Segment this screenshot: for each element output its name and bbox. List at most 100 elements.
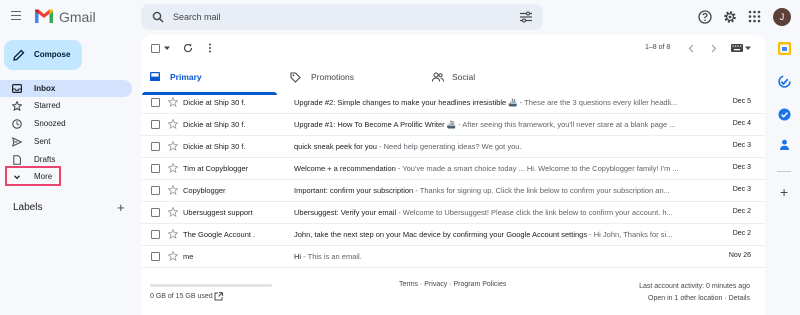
star-icon[interactable] <box>168 185 178 195</box>
star-icon[interactable] <box>168 207 178 217</box>
email-sender: The Google Account . <box>183 230 256 239</box>
table-row[interactable]: Copyblogger Important: confirm your subsc… <box>141 180 765 202</box>
email-subject: Upgrade #2: Simple changes to make your … <box>294 98 518 107</box>
refresh-icon[interactable] <box>183 43 193 53</box>
email-subject: John, take the next step on your Mac dev… <box>294 230 588 239</box>
search-input[interactable]: Search mail <box>173 12 221 22</box>
keyboard-input-icon[interactable] <box>731 44 743 52</box>
tab-social[interactable]: Social <box>429 62 569 95</box>
tab-label: Social <box>452 72 476 82</box>
main-menu-icon[interactable] <box>11 11 21 21</box>
table-row[interactable]: Tim at Copyblogger Welcome + a recommenda… <box>141 158 765 180</box>
tasks-icon[interactable] <box>778 108 791 121</box>
row-checkbox[interactable] <box>151 208 160 217</box>
email-date: Dec 5 <box>732 98 751 105</box>
email-snippet: - After seeing this framework, you'll ne… <box>456 120 676 129</box>
email-subject: Welcome + a recommendation <box>294 164 396 173</box>
table-row[interactable]: me Hi - This is an email. Nov 26 <box>141 246 765 268</box>
email-snippet: - This is an email. <box>301 252 362 261</box>
pagination-range: 1–8 of 8 <box>645 44 671 51</box>
search-icon[interactable] <box>152 11 164 23</box>
account-activity: Last account activity: 0 minutes ago Ope… <box>639 281 750 305</box>
row-checkbox[interactable] <box>151 186 160 195</box>
email-date: Dec 3 <box>732 186 751 193</box>
star-icon[interactable] <box>168 141 178 151</box>
top-bar: Gmail Search mail J <box>0 0 800 34</box>
email-sender: Dickie at Ship 30 f. <box>183 120 246 129</box>
input-tools-dropdown-icon[interactable] <box>745 46 751 51</box>
email-date: Dec 3 <box>732 164 751 171</box>
tag-icon <box>290 72 301 83</box>
other-location-text[interactable]: Open in 1 other location · Details <box>639 293 750 305</box>
star-icon[interactable] <box>168 163 178 173</box>
email-preview: quick sneak peek for you - Need help gen… <box>294 142 698 151</box>
sidebar-item-inbox[interactable]: Inbox <box>0 80 132 97</box>
app-name: Gmail <box>59 9 96 25</box>
tab-label: Primary <box>170 72 202 82</box>
contacts-icon[interactable] <box>778 138 791 151</box>
row-checkbox[interactable] <box>151 252 160 261</box>
compose-button[interactable]: Compose <box>4 40 82 70</box>
apps-grid-icon[interactable] <box>748 10 761 23</box>
email-subject: Important: confirm your subscription <box>294 186 414 195</box>
search-options-icon[interactable] <box>520 11 532 23</box>
add-label-icon[interactable]: + <box>117 200 125 215</box>
previous-page-icon[interactable] <box>688 44 694 53</box>
email-sender: Copyblogger <box>183 186 226 195</box>
select-dropdown-icon[interactable] <box>164 46 170 51</box>
help-icon[interactable] <box>698 10 712 24</box>
email-date: Dec 3 <box>732 142 751 149</box>
sidebar-item-sent[interactable]: Sent <box>0 133 132 150</box>
sidebar-item-label: Drafts <box>34 155 56 164</box>
rail-divider <box>777 171 791 172</box>
draft-icon <box>13 155 21 165</box>
keep-icon[interactable] <box>778 75 791 88</box>
table-row[interactable]: The Google Account . John, take the next … <box>141 224 765 246</box>
row-checkbox[interactable] <box>151 120 160 129</box>
email-preview: Upgrade #1: How To Become A Prolific Wri… <box>294 120 698 129</box>
row-checkbox[interactable] <box>151 164 160 173</box>
policy-links[interactable]: Terms · Privacy · Program Policies <box>399 281 506 288</box>
email-preview: Important: confirm your subscription - T… <box>294 186 698 195</box>
row-checkbox[interactable] <box>151 230 160 239</box>
email-date: Dec 2 <box>732 230 751 237</box>
search-bar[interactable]: Search mail <box>141 4 543 30</box>
email-preview: Ubersuggest: Verify your email - Welcome… <box>294 208 698 217</box>
storage-bar <box>150 284 272 287</box>
row-checkbox[interactable] <box>151 142 160 151</box>
mail-list-panel: 1–8 of 8 Primary Promotions Social Dicki… <box>141 35 765 315</box>
last-activity-text: Last account activity: 0 minutes ago <box>639 283 750 290</box>
email-snippet: - Thanks for signing up. Click the link … <box>413 186 670 195</box>
sidebar-item-snoozed[interactable]: Snoozed <box>0 115 132 132</box>
mail-footer: 0 GB of 15 GB used Terms · Privacy · Pro… <box>141 279 765 315</box>
email-subject: quick sneak peek for you <box>294 142 377 151</box>
star-icon[interactable] <box>168 97 178 107</box>
star-icon[interactable] <box>168 251 178 261</box>
row-checkbox[interactable] <box>151 98 160 107</box>
tab-promotions[interactable]: Promotions <box>281 62 421 95</box>
sidebar-item-label: Sent <box>34 137 51 146</box>
sidebar-item-label: Snoozed <box>34 119 66 128</box>
table-row[interactable]: Dickie at Ship 30 f. quick sneak peek for… <box>141 136 765 158</box>
labels-heading: Labels <box>13 202 43 213</box>
account-avatar[interactable]: J <box>773 8 791 26</box>
table-row[interactable]: Ubersuggest support Ubersuggest: Verify y… <box>141 202 765 224</box>
clock-icon <box>12 119 22 129</box>
calendar-icon[interactable] <box>778 42 791 55</box>
get-addons-icon[interactable]: + <box>780 184 788 200</box>
gmail-logo-icon[interactable] <box>34 8 54 24</box>
more-options-icon[interactable] <box>208 43 212 53</box>
star-icon[interactable] <box>168 229 178 239</box>
sidebar-item-starred[interactable]: Starred <box>0 97 132 114</box>
next-page-icon[interactable] <box>711 44 717 53</box>
people-icon <box>432 72 444 82</box>
table-row[interactable]: Dickie at Ship 30 f. Upgrade #1: How To B… <box>141 114 765 136</box>
tab-primary[interactable]: Primary <box>141 62 277 95</box>
email-date: Dec 2 <box>732 208 751 215</box>
open-external-icon[interactable] <box>214 292 223 301</box>
star-icon[interactable] <box>168 119 178 129</box>
select-all-checkbox[interactable] <box>151 44 160 53</box>
inbox-icon <box>12 84 22 93</box>
settings-gear-icon[interactable] <box>723 10 737 24</box>
table-row[interactable]: Dickie at Ship 30 f. Upgrade #2: Simple c… <box>141 92 765 114</box>
